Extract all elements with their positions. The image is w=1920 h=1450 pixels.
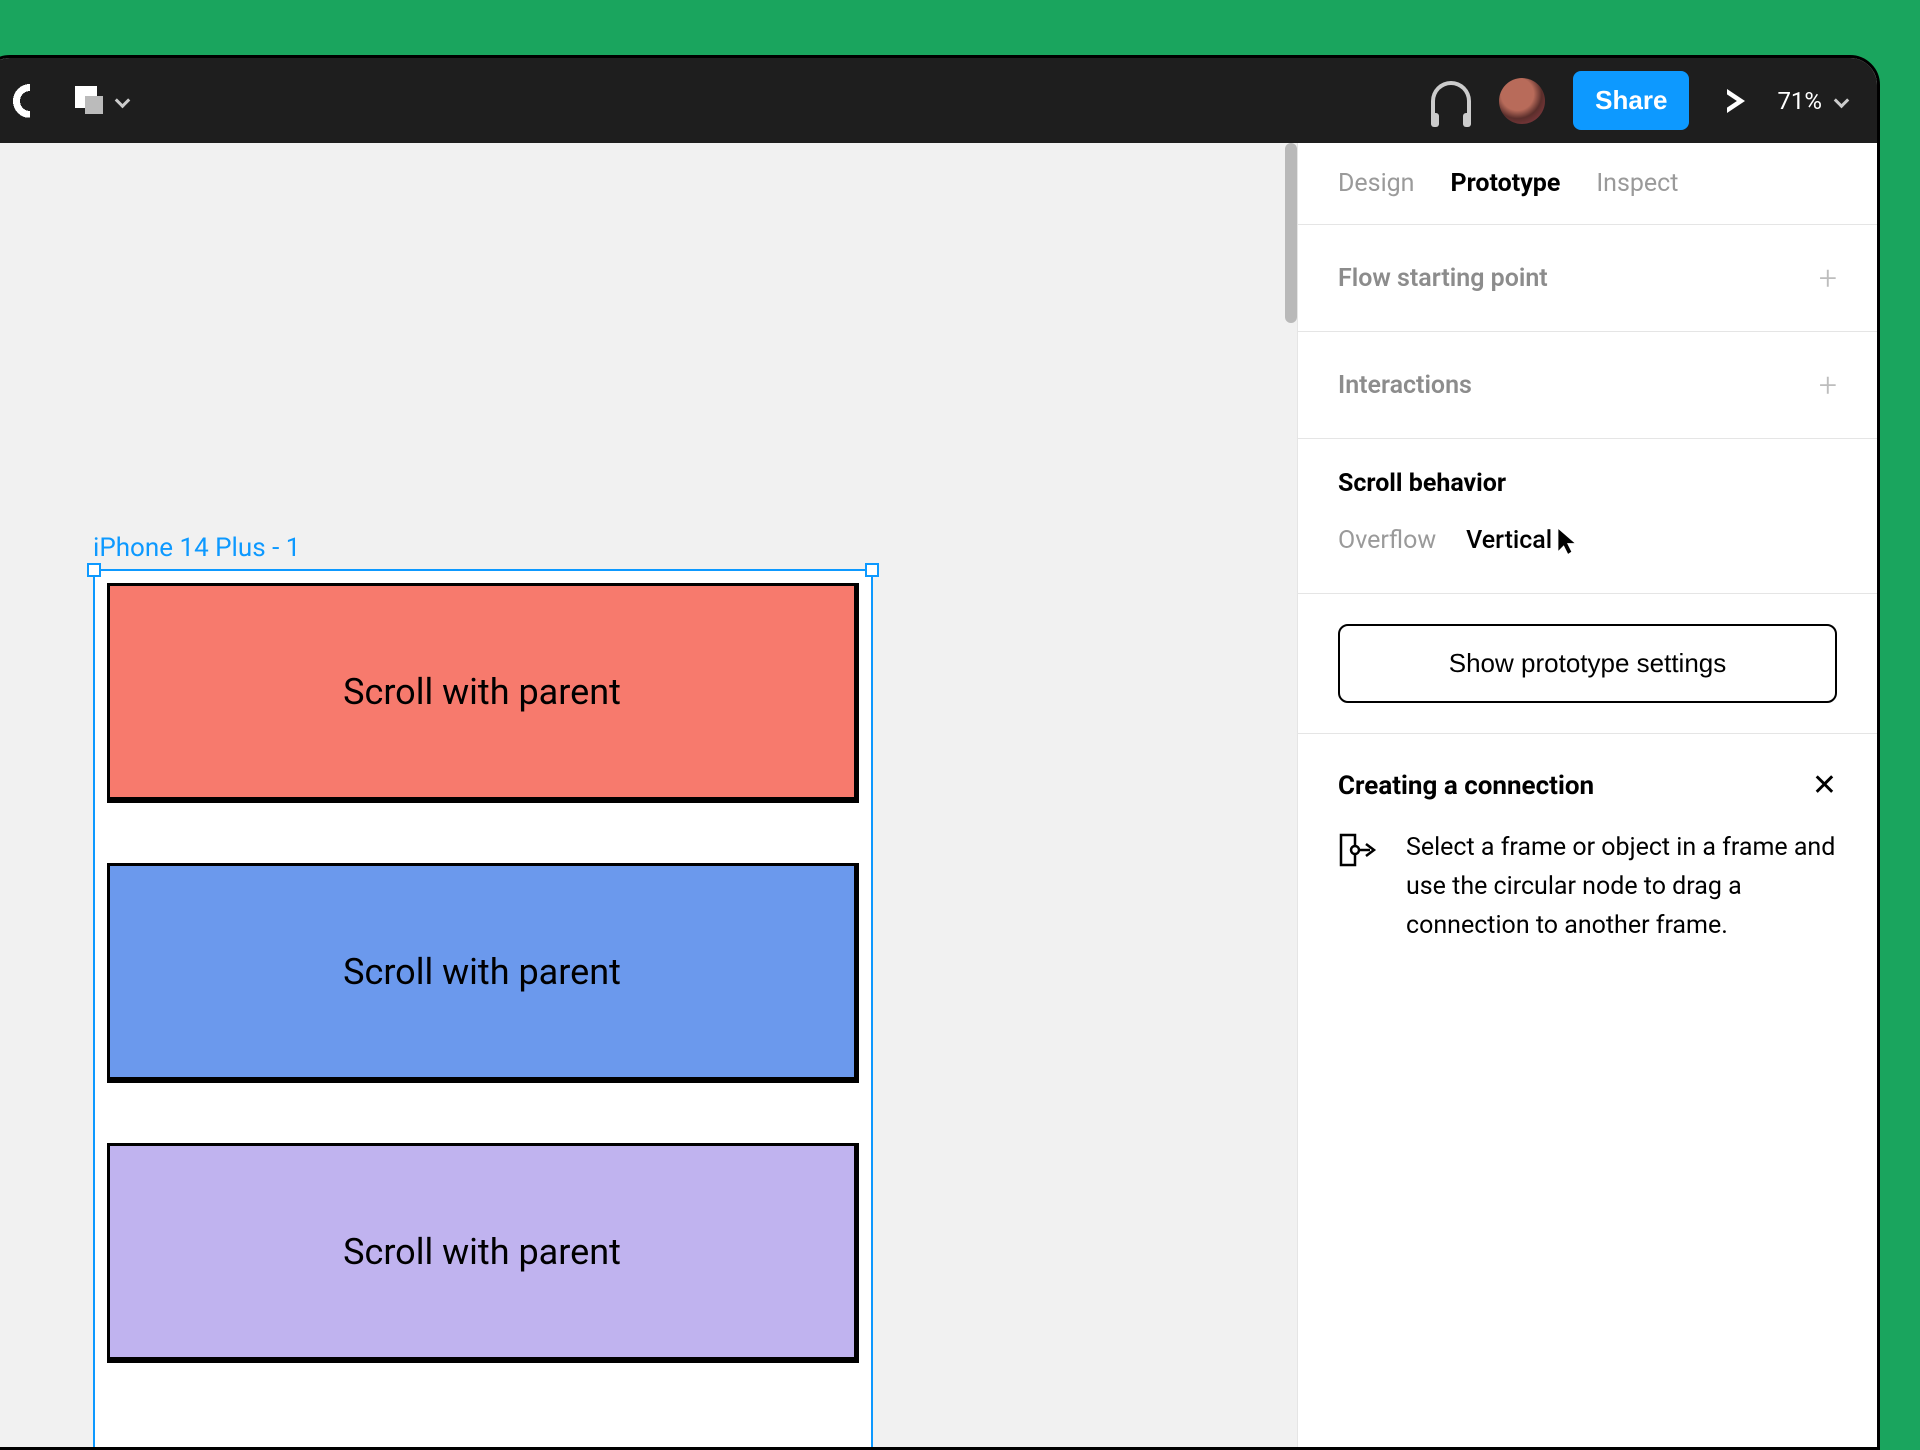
audio-icon[interactable] <box>1431 81 1471 121</box>
section-title: Flow starting point <box>1338 264 1548 293</box>
card-label: Scroll with parent <box>343 671 621 713</box>
chevron-down-icon <box>1834 93 1850 109</box>
overflow-row: Overflow Vertical <box>1338 526 1837 555</box>
tab-prototype[interactable]: Prototype <box>1451 169 1561 198</box>
canvas-card[interactable]: Scroll with parent <box>107 583 859 803</box>
scroll-behavior-section: Scroll behavior Overflow Vertical <box>1298 439 1877 594</box>
connection-help-text: Select a frame or object in a frame and … <box>1406 829 1837 945</box>
canvas-card[interactable]: Scroll with parent <box>107 1143 859 1363</box>
canvas[interactable]: iPhone 14 Plus - 1 Scroll with parent Sc… <box>0 143 1297 1447</box>
properties-panel: Design Prototype Inspect Flow starting p… <box>1297 143 1877 1447</box>
present-icon[interactable] <box>1727 89 1745 113</box>
cursor-icon <box>1556 527 1578 555</box>
interactions-section: Interactions + <box>1298 332 1877 439</box>
overflow-label: Overflow <box>1338 526 1436 555</box>
avatar[interactable] <box>1499 78 1545 124</box>
panel-tabs: Design Prototype Inspect <box>1298 143 1877 225</box>
app-window: Share 71% iPhone 14 Plus - 1 Scroll with… <box>0 55 1880 1450</box>
figma-logo-icon[interactable] <box>13 84 47 118</box>
show-prototype-settings-button[interactable]: Show prototype settings <box>1338 624 1837 703</box>
connection-icon <box>1338 829 1380 871</box>
tab-inspect[interactable]: Inspect <box>1596 169 1678 198</box>
overflow-dropdown[interactable]: Vertical <box>1466 526 1578 555</box>
creating-connection-panel: Creating a connection ✕ Select a frame o… <box>1298 734 1877 979</box>
add-interaction-button[interactable]: + <box>1819 366 1837 404</box>
card-label: Scroll with parent <box>343 951 621 993</box>
card-label: Scroll with parent <box>343 1231 621 1273</box>
frame-iphone-14-plus-1[interactable]: Scroll with parent Scroll with parent Sc… <box>93 569 873 1447</box>
zoom-value: 71% <box>1777 87 1822 115</box>
scrollbar[interactable] <box>1285 143 1297 323</box>
flow-starting-point-section: Flow starting point + <box>1298 225 1877 332</box>
add-flow-button[interactable]: + <box>1819 259 1837 297</box>
toolbar: Share 71% <box>0 58 1877 143</box>
zoom-dropdown[interactable]: 71% <box>1777 87 1847 115</box>
section-title: Interactions <box>1338 371 1472 400</box>
selection-handle[interactable] <box>865 563 879 577</box>
canvas-card[interactable]: Scroll with parent <box>107 863 859 1083</box>
connection-title: Creating a connection <box>1338 771 1594 801</box>
main-menu-button[interactable] <box>75 86 128 116</box>
share-button[interactable]: Share <box>1573 71 1689 130</box>
tab-design[interactable]: Design <box>1338 169 1415 198</box>
chevron-down-icon <box>115 93 131 109</box>
move-tool-icon <box>75 86 105 116</box>
close-icon[interactable]: ✕ <box>1812 768 1837 803</box>
overflow-value: Vertical <box>1466 526 1552 555</box>
frame-label[interactable]: iPhone 14 Plus - 1 <box>93 533 300 563</box>
selection-handle[interactable] <box>87 563 101 577</box>
section-title: Scroll behavior <box>1338 469 1837 498</box>
